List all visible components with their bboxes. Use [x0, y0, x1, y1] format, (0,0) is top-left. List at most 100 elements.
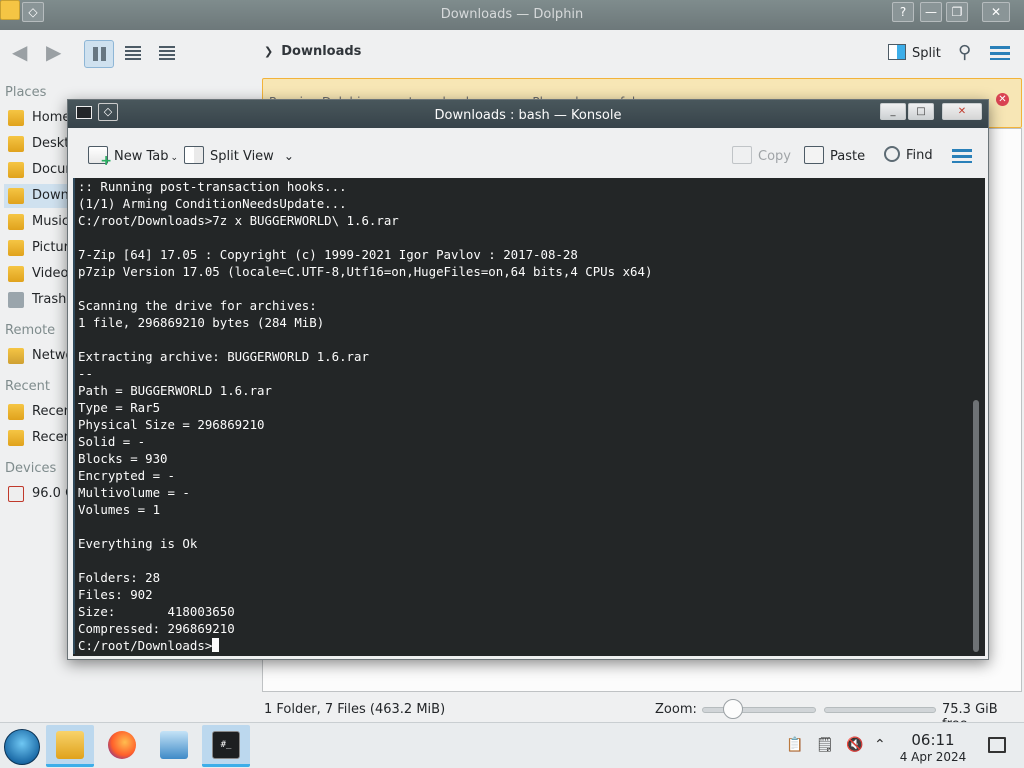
copy-button[interactable]: Copy [732, 146, 791, 164]
clipboard-tray-icon[interactable]: 📋 [786, 737, 803, 753]
copy-icon [732, 146, 752, 164]
terminal-line: Everything is Ok [78, 536, 198, 551]
terminal-line: Path = BUGGERWORLD 1.6.rar [78, 383, 272, 398]
terminal-line: Blocks = 930 [78, 451, 168, 466]
videos-folder-icon [8, 266, 24, 282]
icons-view-button[interactable] [84, 40, 114, 68]
terminal-line: p7zip Version 17.05 (locale=C.UTF-8,Utf1… [78, 264, 653, 279]
minimize-button[interactable]: — [920, 2, 942, 22]
show-desktop-icon[interactable] [988, 737, 1006, 753]
recent-files-icon [8, 404, 24, 420]
folder-icon [56, 731, 84, 759]
new-tab-icon [88, 146, 112, 169]
paste-label: Paste [830, 149, 866, 164]
terminal-cursor [212, 638, 220, 652]
zoom-label: Zoom: [655, 702, 697, 717]
terminal-line: Size: 418003650 [78, 604, 235, 619]
konsole-icon: #_ [212, 731, 240, 759]
pictures-folder-icon [8, 240, 24, 256]
help-button[interactable]: ? [892, 2, 914, 22]
clock[interactable]: 06:11 4 Apr 2024 [898, 731, 968, 764]
clock-date: 4 Apr 2024 [899, 750, 967, 764]
terminal-prompt: C:/root/Downloads> [78, 637, 652, 654]
trash-icon [8, 292, 24, 308]
new-tab-label: New Tab [114, 149, 169, 164]
close-warning-icon[interactable]: ✕ [996, 93, 1009, 106]
terminal-output: :: Running post-transaction hooks... (1/1… [78, 178, 652, 654]
split-button[interactable]: Split [888, 44, 941, 61]
system-settings-icon [160, 731, 188, 759]
terminal-edge [73, 178, 75, 654]
breadcrumb[interactable]: ❯ Downloads [264, 44, 361, 59]
documents-folder-icon [8, 162, 24, 178]
paste-button[interactable]: Paste [804, 146, 865, 164]
split-label: Split [912, 46, 941, 61]
zoom-slider-handle[interactable] [723, 699, 743, 719]
new-tab-button[interactable]: New Tab⌄ [88, 146, 178, 169]
terminal-line: Volumes = 1 [78, 502, 161, 517]
terminal-line: Encrypted = - [78, 468, 175, 483]
find-button[interactable]: Find [884, 146, 933, 163]
konsole-toolbar: New Tab⌄ Split View ⌄ Copy Paste Find [68, 128, 988, 178]
places-item-label: Recen [32, 430, 72, 445]
free-space-bar [824, 707, 936, 713]
remote-heading: Remote [5, 323, 56, 338]
details-icon [159, 46, 175, 60]
close-button[interactable]: ✕ [982, 2, 1010, 22]
taskbar-app-konsole[interactable]: #_ [202, 725, 250, 767]
grid-icon [93, 47, 107, 61]
terminal-line: Scanning the drive for archives: [78, 298, 317, 313]
recent-locations-icon [8, 430, 24, 446]
terminal-line: (1/1) Arming ConditionNeedsUpdate... [78, 196, 347, 211]
places-item-label: Recen [32, 404, 72, 419]
clock-time: 06:11 [911, 731, 955, 749]
terminal-line: Physical Size = 296869210 [78, 417, 265, 432]
compact-view-button[interactable] [118, 40, 148, 68]
status-text: 1 Folder, 7 Files (463.2 MiB) [264, 702, 446, 717]
forward-arrow-icon[interactable]: ▶ [46, 40, 61, 64]
chevron-up-icon[interactable]: ⌃ [874, 737, 886, 753]
volume-muted-icon[interactable]: 🔇 [846, 737, 863, 753]
places-item-label: Home [32, 110, 71, 125]
paste-icon [804, 146, 824, 164]
split-icon [888, 44, 906, 60]
hamburger-menu-icon[interactable] [990, 46, 1010, 60]
split-view-button[interactable]: Split View ⌄ [184, 146, 294, 164]
places-item-label: Pictur [32, 240, 69, 255]
details-view-button[interactable] [152, 40, 182, 68]
taskbar: #_ 📋 🗒 🔇 ⌃ 06:11 4 Apr 2024 [0, 722, 1024, 768]
places-heading: Places [5, 85, 47, 100]
list-icon [125, 46, 141, 60]
taskbar-app-dolphin[interactable] [46, 725, 94, 767]
terminal-line: Files: 902 [78, 587, 153, 602]
maximize-button[interactable]: □ [908, 103, 934, 120]
konsole-titlebar[interactable]: ◇ Downloads : bash — Konsole _ □ ✕ [68, 100, 988, 128]
maximize-button[interactable]: ❐ [946, 2, 968, 22]
recent-heading: Recent [5, 379, 50, 394]
terminal-view[interactable]: :: Running post-transaction hooks... (1/1… [73, 178, 985, 656]
terminal-scrollbar[interactable] [973, 400, 979, 652]
search-icon[interactable]: ⚲ [958, 42, 971, 63]
taskbar-app-firefox[interactable] [98, 725, 146, 767]
firefox-icon [108, 731, 136, 759]
downloads-folder-icon [8, 188, 24, 204]
split-view-label: Split View [210, 149, 274, 164]
taskbar-app-system-settings[interactable] [150, 725, 198, 767]
dolphin-titlebar: ◇ Downloads — Dolphin ? — ❐ ✕ [0, 0, 1024, 30]
terminal-line: Compressed: 296869210 [78, 621, 235, 636]
start-menu-button[interactable] [4, 729, 40, 765]
hamburger-menu-icon[interactable] [952, 149, 972, 163]
notes-tray-icon[interactable]: 🗒 [816, 737, 834, 753]
terminal-line: Multivolume = - [78, 485, 190, 500]
find-label: Find [906, 148, 933, 163]
terminal-line: Extracting archive: BUGGERWORLD 1.6.rar [78, 349, 369, 364]
chevron-down-icon: ⌄ [283, 149, 294, 163]
close-button[interactable]: ✕ [942, 103, 982, 120]
zoom-slider[interactable] [702, 707, 816, 713]
back-arrow-icon[interactable]: ◀ [12, 40, 27, 64]
minimize-button[interactable]: _ [880, 103, 906, 120]
terminal-line: 7-Zip [64] 17.05 : Copyright (c) 1999-20… [78, 247, 578, 262]
